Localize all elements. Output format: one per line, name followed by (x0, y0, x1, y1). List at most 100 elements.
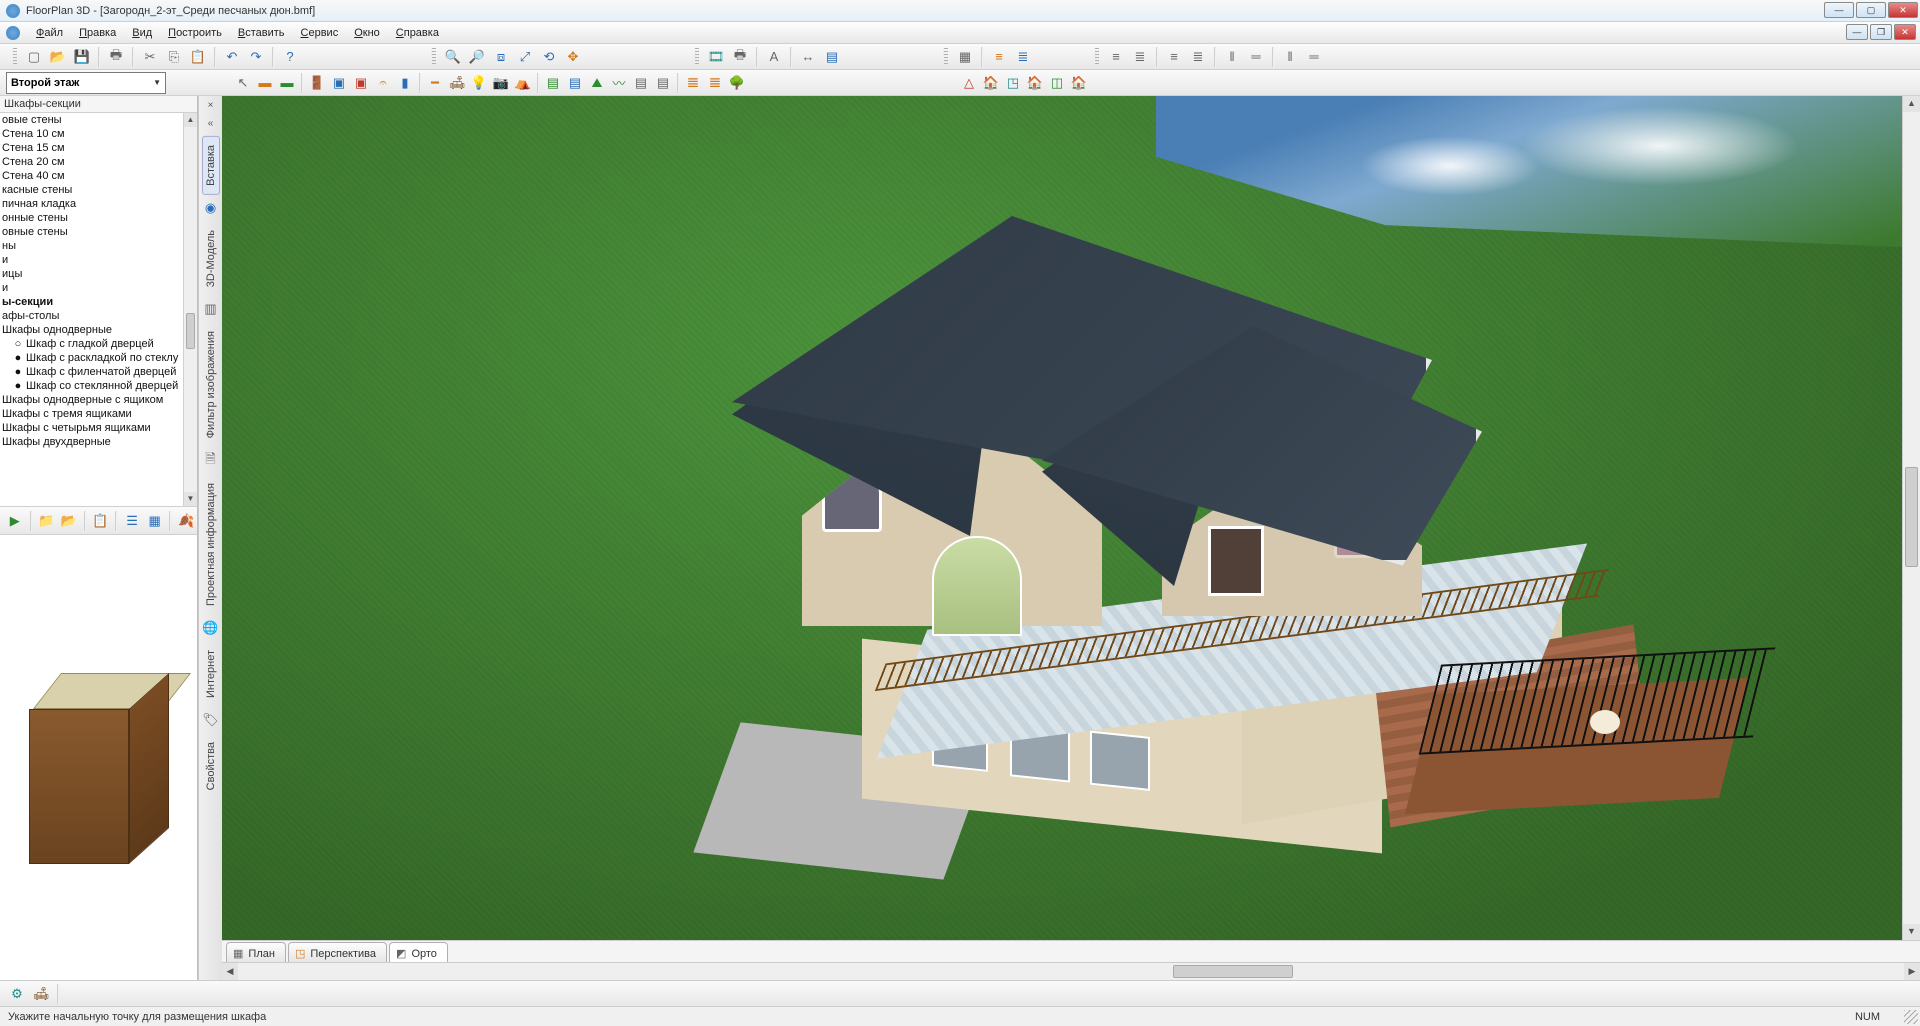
vtab-insert[interactable]: Вставка (202, 136, 220, 195)
scroll-down-icon[interactable]: ▼ (1903, 924, 1920, 940)
floor-icon[interactable]: ▤ (542, 72, 564, 94)
list-item[interactable]: Шкафы однодверные (0, 323, 183, 337)
view-plan-icon[interactable]: △ (958, 72, 980, 94)
vtab-properties[interactable]: Свойства (202, 733, 220, 799)
window-icon[interactable]: ▣ (328, 72, 350, 94)
scroll-right-icon[interactable]: ▶ (1904, 963, 1920, 980)
terrain-icon[interactable]: ⛰ (586, 72, 608, 94)
folder-open-icon[interactable]: 📂 (58, 510, 80, 532)
new-icon[interactable]: ▢ (23, 46, 45, 68)
dist-h-icon[interactable]: ‖ (1221, 46, 1243, 68)
menu-insert[interactable]: Вставить (230, 25, 293, 41)
tab-ortho[interactable]: ◩ Орто (389, 942, 448, 962)
roof-icon[interactable]: ⛺ (512, 72, 534, 94)
help-icon[interactable]: ? (279, 46, 301, 68)
scroll-down-icon[interactable]: ▼ (184, 492, 197, 506)
list-item[interactable]: Шкафы с четырьмя ящиками (0, 421, 183, 435)
undo-icon[interactable]: ↶ (221, 46, 243, 68)
3d-viewport[interactable]: ▲ ▼ (222, 96, 1920, 940)
list-view-icon[interactable]: ☰ (121, 510, 143, 532)
zoom-extents-icon[interactable]: ⤢ (514, 46, 536, 68)
menu-help[interactable]: Справка (388, 25, 447, 41)
doc-minimize-button[interactable]: — (1846, 24, 1868, 40)
scroll-thumb[interactable] (186, 313, 195, 349)
vtab-imagefilter[interactable]: Фильтр изображения (202, 322, 220, 447)
list-item[interactable]: Стена 15 см (0, 141, 183, 155)
catalog-run-icon[interactable]: ▶ (4, 510, 26, 532)
align-center-icon[interactable]: ≣ (1129, 46, 1151, 68)
folder-new-icon[interactable]: 📁 (36, 510, 58, 532)
list-item[interactable]: Шкафы двухдверные (0, 435, 183, 449)
bt-tool1-icon[interactable]: ⚙ (6, 983, 28, 1005)
beam-icon[interactable]: ━ (424, 72, 446, 94)
close-button[interactable]: ✕ (1888, 2, 1918, 18)
vtab-internet[interactable]: Интернет (202, 641, 220, 707)
print2-icon[interactable]: 🖶 (729, 46, 751, 68)
fence2-icon[interactable]: 𝌆 (704, 72, 726, 94)
render-icon[interactable]: 🎞 (705, 46, 727, 68)
scroll-thumb[interactable] (1905, 467, 1918, 567)
list-item[interactable]: афы-столы (0, 309, 183, 323)
viewport-hscrollbar[interactable]: ◀ ▶ (222, 962, 1920, 980)
catalog-scrollbar[interactable]: ▲ ▼ (183, 113, 197, 506)
menu-file[interactable]: Файл (28, 25, 71, 41)
print-icon[interactable]: 🖶 (105, 46, 127, 68)
zoom-out-icon[interactable]: 🔎 (466, 46, 488, 68)
dist-v-icon[interactable]: ═ (1245, 46, 1267, 68)
scroll-up-icon[interactable]: ▲ (184, 113, 197, 127)
list-item[interactable]: и (0, 281, 183, 295)
panel-pin-icon[interactable]: « (204, 118, 218, 132)
minimize-button[interactable]: — (1824, 2, 1854, 18)
snap2-icon[interactable]: ≣ (1012, 46, 1034, 68)
paste-icon[interactable]: 📋 (187, 46, 209, 68)
toolbar-grip[interactable] (943, 48, 948, 66)
bt-tool2-icon[interactable]: 🛋 (30, 983, 52, 1005)
fence-icon[interactable]: 𝌆 (682, 72, 704, 94)
column-icon[interactable]: ▮ (394, 72, 416, 94)
list-item[interactable]: ●Шкаф со стеклянной дверцей (0, 379, 183, 393)
scroll-left-icon[interactable]: ◀ (222, 963, 238, 980)
align-mid-icon[interactable]: ≣ (1187, 46, 1209, 68)
filter-icon[interactable]: 🍂 (175, 510, 197, 532)
list-item[interactable]: ицы (0, 267, 183, 281)
redo-icon[interactable]: ↷ (245, 46, 267, 68)
menu-build[interactable]: Построить (160, 25, 230, 41)
doc-restore-button[interactable]: ❐ (1870, 24, 1892, 40)
list-item[interactable]: овые стены (0, 113, 183, 127)
list-item[interactable]: Стена 10 см (0, 127, 183, 141)
zoom-in-icon[interactable]: 🔍 (442, 46, 464, 68)
zoom-window-icon[interactable]: ⧈ (490, 46, 512, 68)
ceiling-icon[interactable]: ▤ (564, 72, 586, 94)
list-item[interactable]: ны (0, 239, 183, 253)
view-fly-icon[interactable]: 🏠 (1024, 72, 1046, 94)
list-item[interactable]: ы-секции (0, 295, 183, 309)
vtab-3dmodel[interactable]: 3D-Модель (202, 221, 220, 296)
furniture-icon[interactable]: 🛋 (446, 72, 468, 94)
wall-icon[interactable]: ▬ (254, 72, 276, 94)
path-icon[interactable]: 〰 (608, 72, 630, 94)
tab-plan[interactable]: ▦ План (226, 942, 286, 962)
copy-icon[interactable]: ⎘ (163, 46, 185, 68)
viewport-vscrollbar[interactable]: ▲ ▼ (1902, 96, 1920, 940)
toolbar-grip[interactable] (431, 48, 436, 66)
light-icon[interactable]: 💡 (468, 72, 490, 94)
open-icon[interactable]: 📂 (47, 46, 69, 68)
vtab-project[interactable]: Проектная информация (202, 474, 220, 615)
list-item[interactable]: овные стены (0, 225, 183, 239)
toolbar-grip[interactable] (12, 48, 17, 66)
list-item[interactable]: и (0, 253, 183, 267)
brand-icon[interactable] (6, 26, 20, 40)
view-3d-icon[interactable]: 🏠 (980, 72, 1002, 94)
list-item[interactable]: ○Шкаф с гладкой дверцей (0, 337, 183, 351)
list-item[interactable]: Шкафы однодверные с ящиком (0, 393, 183, 407)
list-item[interactable]: касные стены (0, 183, 183, 197)
wall2-icon[interactable]: ▬ (276, 72, 298, 94)
align-top-icon[interactable]: ≡ (1163, 46, 1185, 68)
pan-icon[interactable]: ✥ (562, 46, 584, 68)
toolbar-grip[interactable] (1094, 48, 1099, 66)
view-ortho-icon[interactable]: ◫ (1046, 72, 1068, 94)
menu-edit[interactable]: Правка (71, 25, 124, 41)
view-elev-icon[interactable]: 🏠 (1068, 72, 1090, 94)
doc-close-button[interactable]: ✕ (1894, 24, 1916, 40)
list-item[interactable]: ●Шкаф с филенчатой дверцей (0, 365, 183, 379)
